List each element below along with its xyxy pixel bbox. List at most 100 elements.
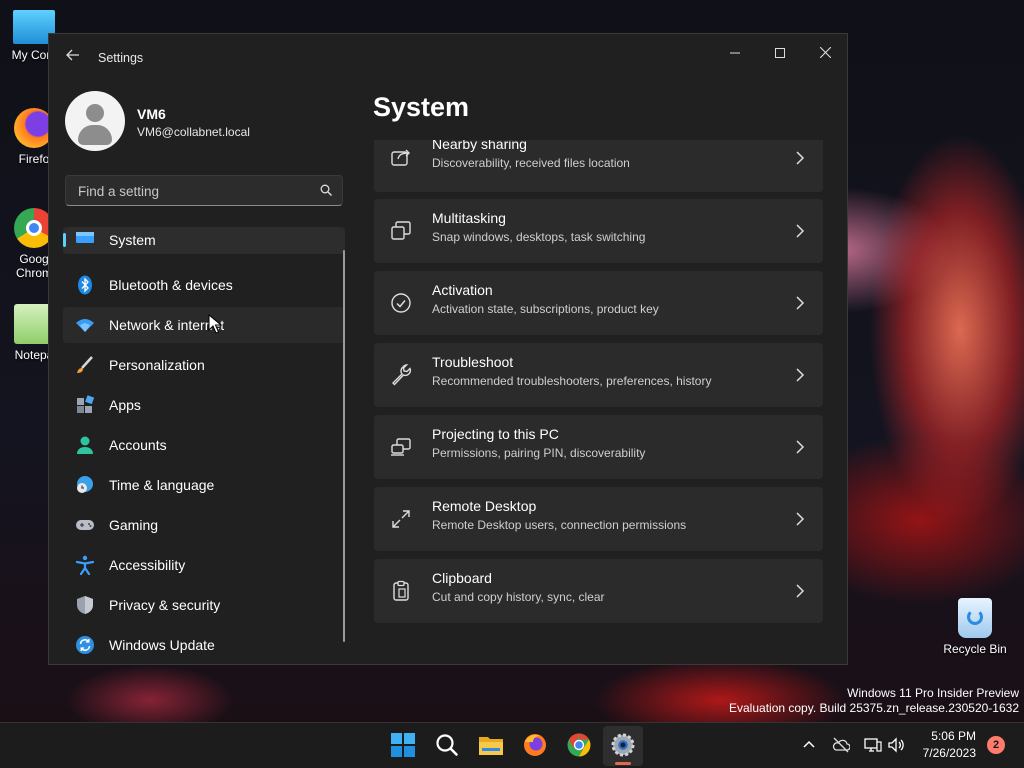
card-title: Clipboard [432, 570, 492, 586]
network-icon[interactable] [864, 736, 882, 754]
profile-email: VM6@collabnet.local [137, 125, 250, 139]
clipboard-icon [393, 580, 409, 601]
sidebar-item-time-language[interactable]: Time & language [63, 467, 345, 503]
settings-cards: Nearby sharing Discoverability, received… [374, 140, 823, 626]
sidebar-item-personalization[interactable]: Personalization [63, 347, 345, 383]
sidebar-item-label: Personalization [109, 357, 205, 373]
profile-name: VM6 [137, 106, 166, 122]
chevron-right-icon [796, 440, 805, 454]
desktop-icon-recycle-bin[interactable]: Recycle Bin [940, 598, 1010, 656]
sidebar-item-label: Bluetooth & devices [109, 277, 233, 293]
card-subtitle: Cut and copy history, sync, clear [432, 590, 605, 604]
maximize-icon [775, 48, 785, 58]
sidebar-item-label: Gaming [109, 517, 159, 533]
back-button[interactable] [63, 48, 83, 68]
sidebar-item-accounts[interactable]: Accounts [63, 427, 345, 463]
sidebar-item-label: Privacy & security [109, 597, 221, 613]
wrench-icon [392, 364, 412, 386]
sidebar-item-system[interactable]: System [63, 227, 345, 254]
chevron-right-icon [796, 224, 805, 238]
firefox-icon[interactable] [522, 732, 548, 758]
sidebar-item-windows-update[interactable]: Windows Update [63, 627, 345, 663]
sidebar-item-apps[interactable]: Apps [63, 387, 345, 423]
sidebar-item-label: Apps [109, 397, 141, 413]
sidebar-item-bluetooth[interactable]: Bluetooth & devices [63, 267, 345, 303]
recycle-bin-icon [958, 598, 992, 638]
chrome-icon[interactable] [566, 732, 592, 758]
sidebar-item-network[interactable]: Network & internet [63, 307, 345, 343]
card-subtitle: Snap windows, desktops, task switching [432, 230, 646, 244]
gamepad-icon [76, 520, 94, 530]
card-subtitle: Permissions, pairing PIN, discoverabilit… [432, 446, 646, 460]
card-projecting[interactable]: Projecting to this PC Permissions, pairi… [374, 415, 823, 479]
sidebar-nav: System Bluetooth & devices Network & int… [63, 227, 345, 667]
card-subtitle: Activation state, subscriptions, product… [432, 302, 659, 316]
card-title: Troubleshoot [432, 354, 514, 370]
update-icon [76, 636, 94, 654]
mouse-cursor-icon [208, 314, 222, 334]
watermark-build: Evaluation copy. Build 25375.zn_release.… [729, 701, 1019, 715]
globe-clock-icon [77, 476, 93, 493]
card-remote-desktop[interactable]: Remote Desktop Remote Desktop users, con… [374, 487, 823, 551]
chevron-right-icon [796, 512, 805, 526]
sidebar-item-label: Accounts [109, 437, 167, 453]
card-clipboard[interactable]: Clipboard Cut and copy history, sync, cl… [374, 559, 823, 623]
card-activation[interactable]: Activation Activation state, subscriptio… [374, 271, 823, 335]
bluetooth-icon [78, 275, 92, 295]
taskbar: 5:06 PM 7/26/2023 2 [0, 722, 1024, 768]
search-box[interactable] [65, 175, 343, 207]
shield-icon [77, 596, 93, 614]
card-subtitle: Discoverability, received files location [432, 156, 630, 170]
card-title: Nearby sharing [432, 140, 527, 152]
chevron-up-icon[interactable] [800, 736, 818, 754]
chevron-right-icon [796, 151, 805, 165]
minimize-button[interactable] [715, 40, 755, 68]
card-nearby-sharing[interactable]: Nearby sharing Discoverability, received… [374, 140, 823, 192]
search-icon[interactable] [434, 732, 460, 758]
desktop-icon-label: Recycle Bin [943, 642, 1007, 656]
wifi-icon [76, 319, 94, 332]
maximize-button[interactable] [760, 40, 800, 68]
settings-icon[interactable] [610, 732, 636, 758]
app-title: Settings [98, 51, 144, 65]
title-bar[interactable]: Settings [49, 34, 847, 80]
check-circle-icon [391, 293, 411, 313]
person-icon [77, 436, 93, 454]
close-button[interactable] [805, 40, 845, 68]
card-title: Activation [432, 282, 493, 298]
brush-icon [77, 356, 93, 373]
sidebar-item-label: System [109, 232, 156, 248]
multitask-icon [391, 221, 411, 240]
sidebar-scrollbar[interactable] [343, 250, 345, 642]
search-icon [320, 184, 332, 196]
card-troubleshoot[interactable]: Troubleshoot Recommended troubleshooters… [374, 343, 823, 407]
chevron-right-icon [796, 296, 805, 310]
watermark-edition: Windows 11 Pro Insider Preview [847, 686, 1019, 700]
remote-desktop-icon [392, 510, 410, 528]
page-title: System [373, 92, 470, 122]
apps-icon [77, 395, 95, 413]
accessibility-icon [75, 555, 95, 575]
minimize-icon [730, 52, 740, 54]
sidebar-item-label: Time & language [109, 477, 215, 493]
clock-time[interactable]: 5:06 PM [920, 729, 976, 743]
onedrive-icon[interactable] [832, 736, 850, 754]
settings-window: Settings VM6 VM6@collabnet.local System … [48, 33, 848, 665]
avatar[interactable] [65, 91, 125, 151]
sidebar-item-label: Windows Update [109, 637, 215, 653]
close-icon [819, 46, 831, 59]
sidebar-item-accessibility[interactable]: Accessibility [63, 547, 345, 583]
project-icon [391, 438, 411, 456]
clock-date[interactable]: 7/26/2023 [900, 746, 976, 760]
search-input[interactable] [76, 176, 310, 207]
file-explorer-icon[interactable] [478, 732, 504, 758]
card-multitasking[interactable]: Multitasking Snap windows, desktops, tas… [374, 199, 823, 263]
monitor-icon [76, 232, 94, 243]
card-title: Remote Desktop [432, 498, 537, 514]
sidebar-item-gaming[interactable]: Gaming [63, 507, 345, 543]
chevron-right-icon [796, 368, 805, 382]
sidebar-item-privacy[interactable]: Privacy & security [63, 587, 345, 623]
share-icon [391, 149, 410, 166]
start-icon[interactable] [390, 732, 416, 758]
notification-badge[interactable]: 2 [987, 736, 1005, 754]
